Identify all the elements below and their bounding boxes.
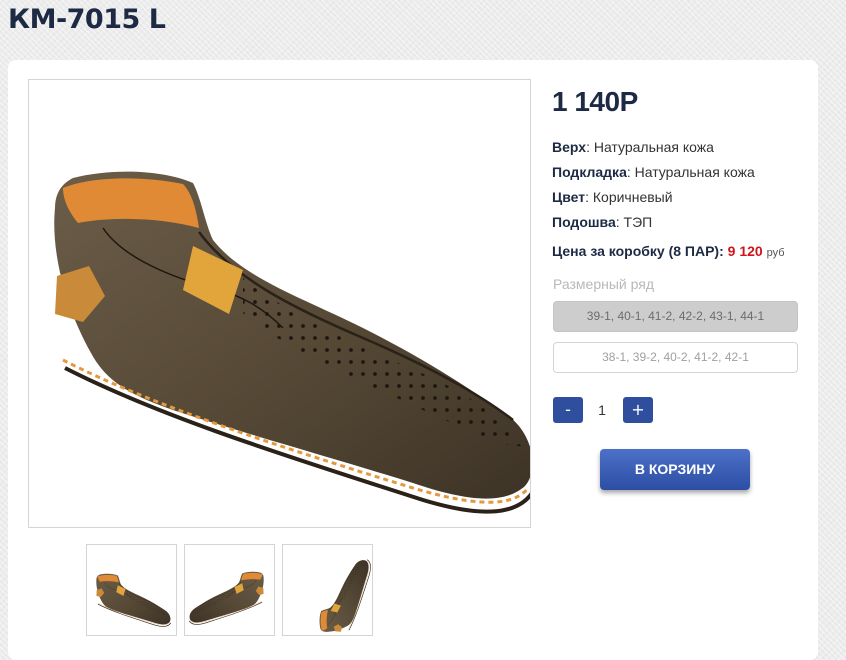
shoe-thumbnail-3 [319, 559, 371, 633]
box-price-value: 9 120 [727, 243, 763, 259]
thumbnail-2[interactable] [184, 544, 275, 636]
spec-sole: Подошва: ТЭП [552, 214, 652, 230]
spec-label: Цвет [552, 189, 586, 205]
quantity-value[interactable]: 1 [583, 397, 621, 423]
spec-upper: Верх: Натуральная кожа [552, 139, 714, 155]
spec-label: Верх [552, 139, 587, 155]
shoe-thumbnail-1 [95, 573, 172, 627]
spec-value: : Натуральная кожа [626, 164, 755, 180]
add-to-cart-button[interactable]: В КОРЗИНУ [600, 449, 750, 490]
spec-color: Цвет: Коричневый [552, 189, 673, 205]
box-price-unit: руб [766, 247, 785, 259]
thumbnail-3[interactable] [282, 544, 373, 636]
size-range-label: Размерный ряд [553, 276, 655, 292]
quantity-increase-button[interactable]: + [623, 397, 653, 423]
spec-value: : Коричневый [585, 189, 673, 205]
size-option-1[interactable]: 39-1, 40-1, 41-2, 42-2, 43-1, 44-1 [553, 301, 798, 332]
box-price-label: Цена за коробку (8 ПАР): [552, 243, 728, 259]
shoe-thumbnail-2 [188, 571, 265, 625]
main-product-image[interactable] [28, 79, 537, 528]
shoe-image [52, 169, 537, 514]
size-option-2[interactable]: 38-1, 39-2, 40-2, 41-2, 42-1 [553, 342, 798, 373]
spec-label: Подкладка [552, 164, 627, 180]
box-price: Цена за коробку (8 ПАР): 9 120 руб [552, 243, 785, 259]
spec-lining: Подкладка: Натуральная кожа [552, 164, 755, 180]
page-title: КМ-7015 L [8, 4, 166, 35]
thumbnail-1[interactable] [86, 544, 177, 636]
spec-label: Подошва [552, 214, 616, 230]
product-price: 1 140Р [552, 86, 638, 117]
spec-value: : ТЭП [615, 214, 653, 230]
quantity-decrease-button[interactable]: - [553, 397, 583, 423]
spec-value: : Натуральная кожа [586, 139, 714, 155]
